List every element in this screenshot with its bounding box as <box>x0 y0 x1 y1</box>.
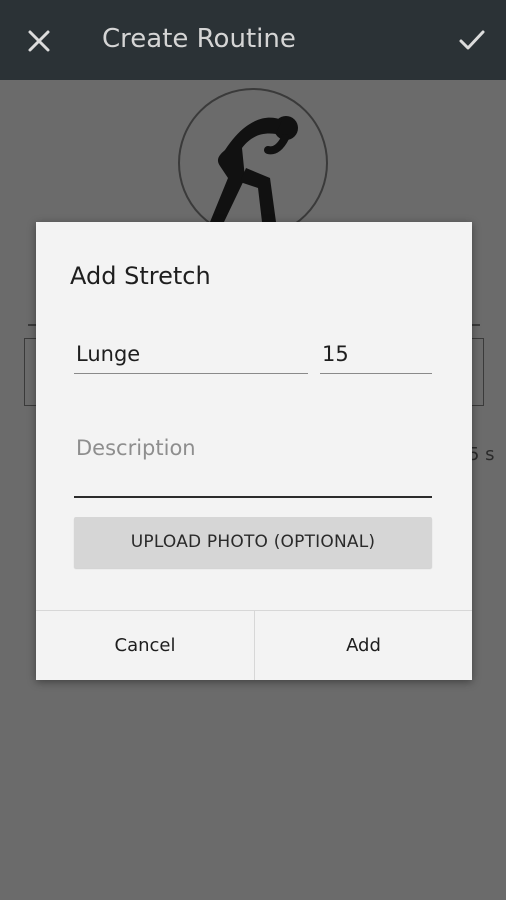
add-button[interactable]: Add <box>255 611 472 680</box>
check-icon[interactable] <box>456 24 488 56</box>
close-icon[interactable] <box>24 26 54 56</box>
stretch-name-underline <box>74 373 308 374</box>
dialog-title: Add Stretch <box>70 262 211 290</box>
stretching-person-icon[interactable] <box>178 88 328 238</box>
upload-photo-button[interactable]: UPLOAD PHOTO (OPTIONAL) <box>74 517 432 568</box>
description-input[interactable]: Description <box>76 436 432 460</box>
duration-input[interactable]: 15 <box>322 342 432 366</box>
add-stretch-dialog: Add Stretch Lunge 15 Description UPLOAD … <box>36 222 472 680</box>
app-bar: Create Routine <box>0 0 506 80</box>
stretch-name-input[interactable]: Lunge <box>76 342 308 366</box>
description-underline <box>74 496 432 498</box>
cancel-button[interactable]: Cancel <box>36 611 254 680</box>
app-title: Create Routine <box>102 24 296 54</box>
duration-underline <box>320 373 432 374</box>
